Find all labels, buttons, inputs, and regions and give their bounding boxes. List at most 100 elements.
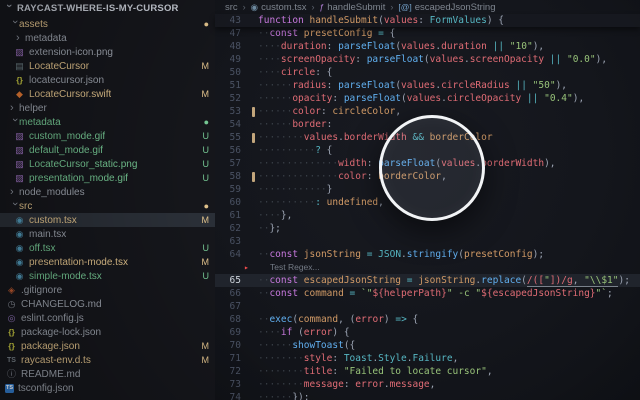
regex-link-segment[interactable]: ), [556, 80, 567, 91]
regex-link-segment[interactable]: { [327, 67, 333, 78]
regex-link-segment[interactable]: { [390, 28, 396, 39]
gitignore-file-icon: ◈ [5, 286, 18, 295]
regex-link-segment[interactable]: , [395, 106, 401, 117]
regex-link-segment[interactable]: : [332, 353, 343, 364]
regex-link-segment[interactable]: ), [544, 158, 555, 169]
regex-link-segment[interactable]: , [487, 366, 493, 377]
regex-link-segment[interactable]: : [321, 106, 332, 117]
sidebar-file-extension-icon-png[interactable]: ▨extension-icon.png [0, 45, 215, 59]
regex-link-segment[interactable]: ) [332, 327, 343, 338]
sidebar-file-off-tsx[interactable]: ◉off.tsxU [0, 241, 215, 255]
regex-link-segment[interactable]: ; [607, 288, 613, 299]
regex-link-segment[interactable]: : [418, 15, 429, 26]
regex-link-segment[interactable]: : [332, 93, 343, 104]
regex-link-segment[interactable]: , [378, 197, 384, 208]
regex-link-segment[interactable]: }; [269, 223, 280, 234]
sidebar-file-simple-mode-tsx[interactable]: ◉simple-mode.tsxU [0, 269, 215, 283]
code-token: " -c " [447, 288, 481, 299]
sidebar-file-locatecursor-swift[interactable]: ◆LocateCursor.swiftM [0, 87, 215, 101]
regex-link-segment[interactable]: : [327, 80, 338, 91]
sidebar-folder-src[interactable]: ›src● [0, 199, 215, 213]
regex-link-segment[interactable]: { [344, 327, 350, 338]
regex-link-segment[interactable]: : [344, 379, 355, 390]
regex-link-segment[interactable]: : [367, 171, 378, 182]
regex-link-segment[interactable]: , [453, 353, 459, 364]
regex-link-segment[interactable]: : [327, 41, 338, 52]
code-token: values [401, 80, 435, 91]
regex-link-segment[interactable]: : [332, 366, 343, 377]
sidebar-file-package-json[interactable]: {}package.jsonM [0, 339, 215, 353]
regex-link-segment[interactable]: ({ [344, 340, 355, 351]
code-line-47: 47··const presetConfig = { [215, 27, 640, 40]
code-token: "0.0" [567, 54, 596, 65]
sidebar-file-custom-tsx[interactable]: ◉custom.tsxM [0, 213, 215, 227]
sidebar-file-default-mode-gif[interactable]: ▨default_mode.gifU [0, 143, 215, 157]
code-token: Style [378, 353, 407, 364]
sidebar-file-eslint-config-js[interactable]: ◎eslint.config.js [0, 311, 215, 325]
file-explorer-sidebar[interactable]: › RAYCAST-WHERE-IS-MY-CURSOR ›assets●›me… [0, 0, 215, 400]
regex-link-segment[interactable]: , [338, 314, 349, 325]
codelens-test-regex-link[interactable]: Test Regex... [270, 261, 320, 274]
file-label: assets [19, 19, 48, 30]
regex-link-segment[interactable]: ); [618, 275, 629, 286]
code-token: || [493, 41, 504, 52]
regex-link-segment[interactable]: : [367, 158, 378, 169]
sidebar-folder-node-modules[interactable]: ›node_modules [0, 185, 215, 199]
regex-link-segment[interactable]: { [413, 314, 419, 325]
regex-link-segment[interactable]: /([ [527, 275, 544, 287]
regex-link-segment[interactable]: , [573, 275, 584, 287]
chevron-right-icon: › [10, 103, 19, 114]
code-token: if [281, 327, 298, 338]
code-token: error [304, 327, 333, 338]
sidebar-file-presentation-mode-gif[interactable]: ▨presentation_mode.gifU [0, 171, 215, 185]
regex-link-segment[interactable]: ), [596, 54, 607, 65]
sidebar-file-package-lock-json[interactable]: {}package-lock.json [0, 325, 215, 339]
regex-link-segment[interactable]: ); [533, 249, 544, 260]
regex-link-segment[interactable]: : [327, 119, 333, 130]
sidebar-file--gitignore[interactable]: ◈.gitignore [0, 283, 215, 297]
code-token: duration [441, 41, 487, 52]
regex-link-segment[interactable]: : [355, 54, 366, 65]
breadcrumb-item-src[interactable]: src [225, 2, 238, 13]
sidebar-file-changelog-md[interactable]: ◷CHANGELOG.md [0, 297, 215, 311]
sidebar-file-locatecursor-static-png[interactable]: ▨LocateCursor_static.pngU [0, 157, 215, 171]
regex-link-segment[interactable]: "\\$1" [584, 275, 618, 287]
line-number: 48 [215, 40, 241, 53]
sidebar-file-presentation-mode-tsx[interactable]: ◉presentation-mode.tsxM [0, 255, 215, 269]
explorer-root-folder[interactable]: › RAYCAST-WHERE-IS-MY-CURSOR [0, 0, 215, 17]
regex-link-segment[interactable]: }, [281, 210, 292, 221]
regex-link-segment[interactable]: ) [487, 15, 498, 26]
regex-link-segment[interactable]: ), [573, 93, 584, 104]
sidebar-folder-helper[interactable]: ›helper [0, 101, 215, 115]
regex-link-segment[interactable]: { [327, 145, 333, 156]
code-line-67: 67 [215, 300, 640, 313]
regex-link-segment[interactable]: }); [292, 392, 309, 400]
sidebar-file-locatecursor-json[interactable]: {}locatecursor.json [0, 73, 215, 87]
sidebar-folder-assets[interactable]: ›assets● [0, 17, 215, 31]
whitespace-dots: ············ [258, 184, 327, 195]
breadcrumb-item-handleSubmit[interactable]: ƒhandleSubmit [320, 2, 386, 13]
regex-link-segment[interactable]: } [327, 184, 333, 195]
sidebar-file-raycast-env-d-ts[interactable]: TSraycast-env.d.tsM [0, 353, 215, 367]
sidebar-file-readme-md[interactable]: ⓘREADME.md [0, 367, 215, 381]
sidebar-folder-metadata[interactable]: ›metadata● [0, 115, 215, 129]
regex-link-segment[interactable]: : [315, 67, 326, 78]
sidebar-folder-metadata[interactable]: ›metadata [0, 31, 215, 45]
sidebar-file-tsconfig-json[interactable]: TStsconfig.json [0, 381, 215, 395]
breadcrumb-label: escapedJsonString [415, 2, 496, 13]
json-file-icon: {} [13, 76, 26, 85]
sidebar-file-locatecursor[interactable]: ▤LocateCursorM [0, 59, 215, 73]
react-file-icon: ◉ [13, 244, 26, 253]
regex-link-segment[interactable]: , [430, 379, 436, 390]
chevron-right-icon: › [10, 187, 19, 198]
regex-link-segment[interactable]: " [544, 275, 550, 287]
regex-link-segment[interactable]: { [498, 15, 504, 26]
breadcrumb-item-custom.tsx[interactable]: ◉custom.tsx [251, 2, 307, 13]
regex-link-segment[interactable]: ])/g [550, 275, 573, 287]
sticky-scroll-line[interactable]: 43function handleSubmit(values: FormValu… [215, 14, 640, 27]
sidebar-file-custom-mode-gif[interactable]: ▨custom_mode.gifU [0, 129, 215, 143]
sidebar-file-main-tsx[interactable]: ◉main.tsx [0, 227, 215, 241]
regex-link-segment[interactable]: ), [533, 41, 544, 52]
breadcrumb-item-escapedJsonString[interactable]: [@]escapedJsonString [398, 2, 495, 13]
regex-link-segment[interactable]: ) [384, 314, 395, 325]
